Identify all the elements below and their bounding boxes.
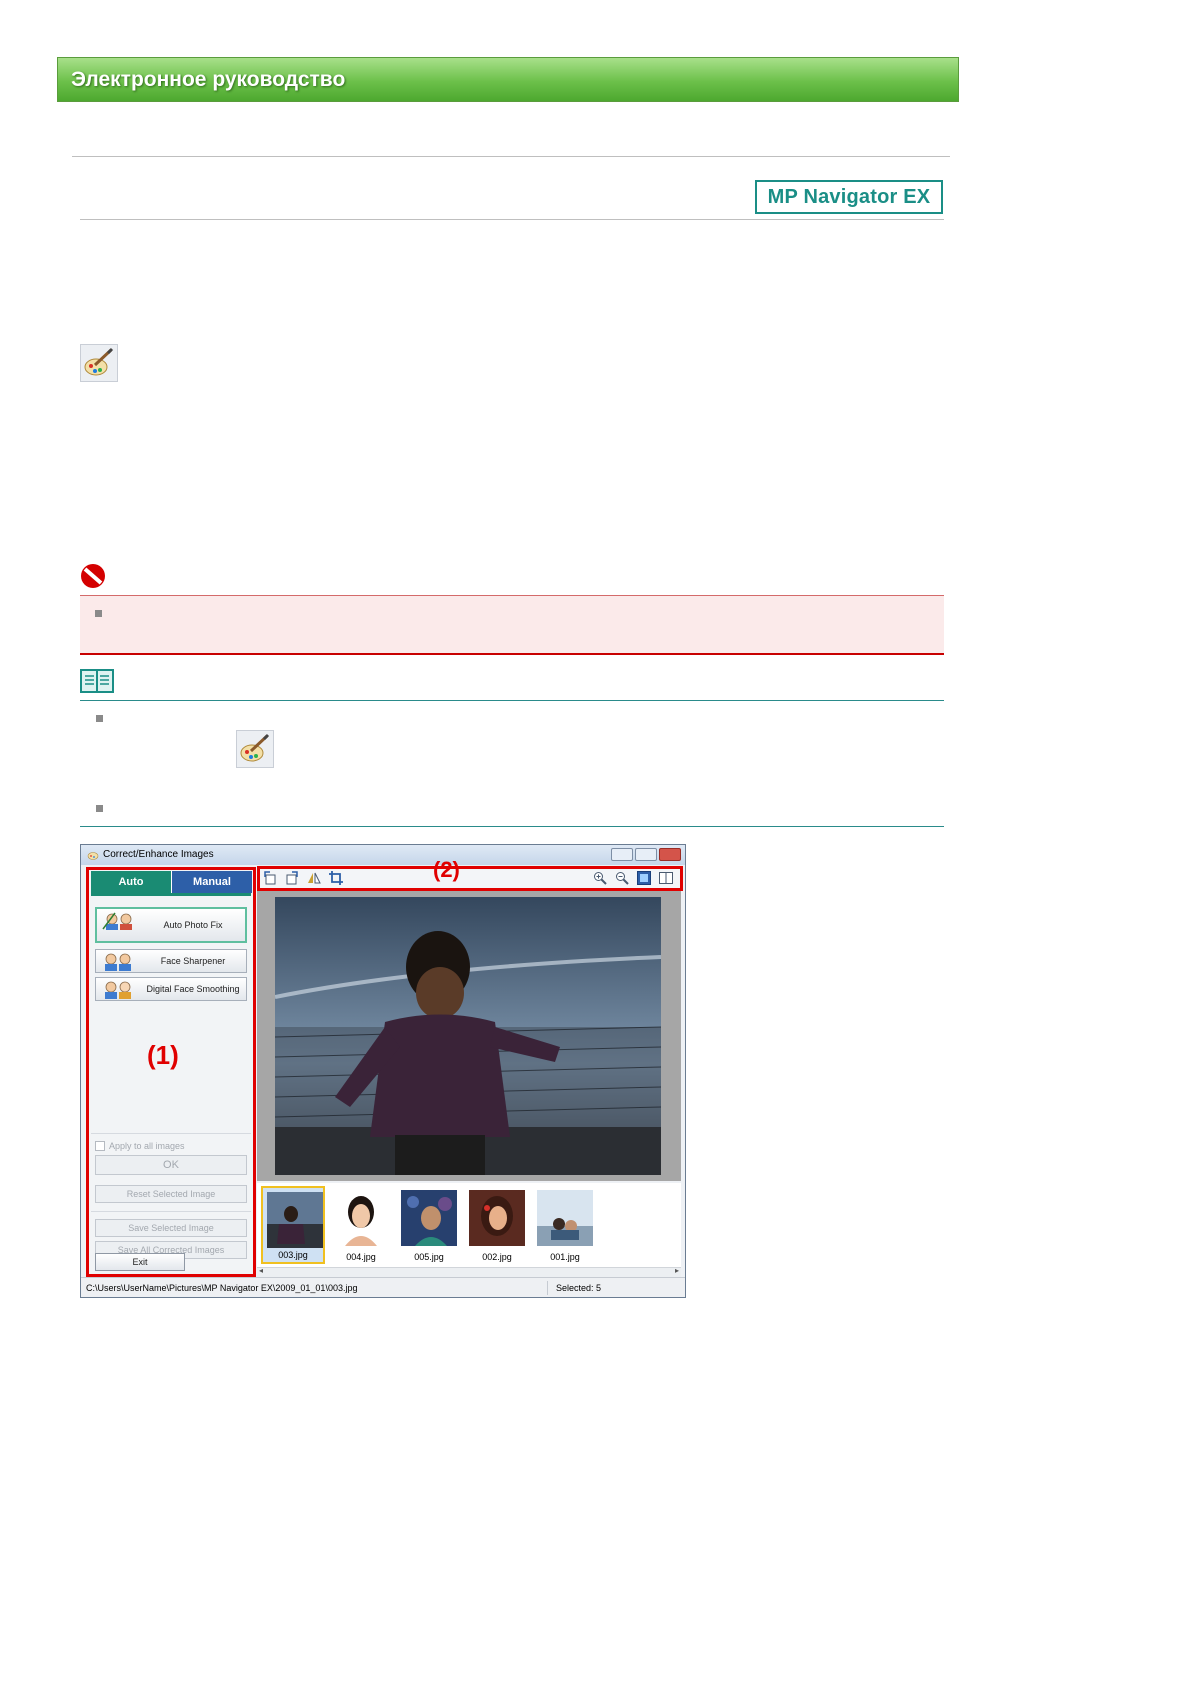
header-banner: Электронное руководство [57,57,959,102]
callout-label-2: (2) [433,857,460,882]
palette-icon [80,344,118,382]
preview-photo [275,897,661,1175]
title-divider [80,219,944,220]
callout-toolbar [257,866,683,891]
caution-icon [81,564,105,588]
thumbnail-item[interactable]: 005.jpg [397,1186,461,1264]
maximize-button[interactable] [635,848,657,861]
window-titlebar: Correct/Enhance Images [81,845,685,865]
note-bullet-2 [96,805,103,812]
thumbnail-name: 001.jpg [550,1252,580,1262]
app-window-screenshot: Correct/Enhance Images Auto Manual Auto … [80,844,686,1298]
close-button[interactable] [659,848,681,861]
caution-bullet [95,610,102,617]
window-app-icon [87,852,99,860]
thumbnail-item[interactable]: 002.jpg [465,1186,529,1264]
status-divider [547,1281,548,1295]
note-top-rule [80,700,944,701]
status-bar: C:\Users\UserName\Pictures\MP Navigator … [81,1277,685,1297]
note-icon [80,669,114,693]
note-bottom-rule [80,826,944,827]
status-path: C:\Users\UserName\Pictures\MP Navigator … [86,1283,358,1293]
thumbnail-item[interactable]: 004.jpg [329,1186,393,1264]
callout-left-panel [86,867,256,1277]
preview-area [257,891,681,1181]
header-title: Электронное руководство [71,68,346,91]
palette-icon-note [236,730,274,768]
caution-box [80,595,944,655]
callout-label-1: (1) [147,1040,179,1070]
thumbnail-item[interactable]: 001.jpg [533,1186,597,1264]
minimize-button[interactable] [611,848,633,861]
thumbnail-strip: 003.jpg 004.jpg 005.jpg 002.jpg 001.jpg [257,1183,681,1267]
thumbnail-name: 003.jpg [278,1250,308,1260]
product-logo: MP Navigator EX [755,180,943,214]
thumbnail-item[interactable]: 003.jpg [261,1186,325,1264]
status-selected: Selected: 5 [556,1283,602,1293]
note-bullet-1 [96,715,103,722]
top-divider [72,156,950,157]
thumbnail-name: 002.jpg [482,1252,512,1262]
scroll-left-arrow[interactable]: ◂ [259,1266,263,1275]
scroll-right-arrow[interactable]: ▸ [675,1266,679,1275]
thumbnail-name: 004.jpg [346,1252,376,1262]
thumbnail-name: 005.jpg [414,1252,444,1262]
thumbnail-scrollbar[interactable]: ◂ ▸ [257,1266,681,1277]
window-title: Correct/Enhance Images [103,849,214,860]
